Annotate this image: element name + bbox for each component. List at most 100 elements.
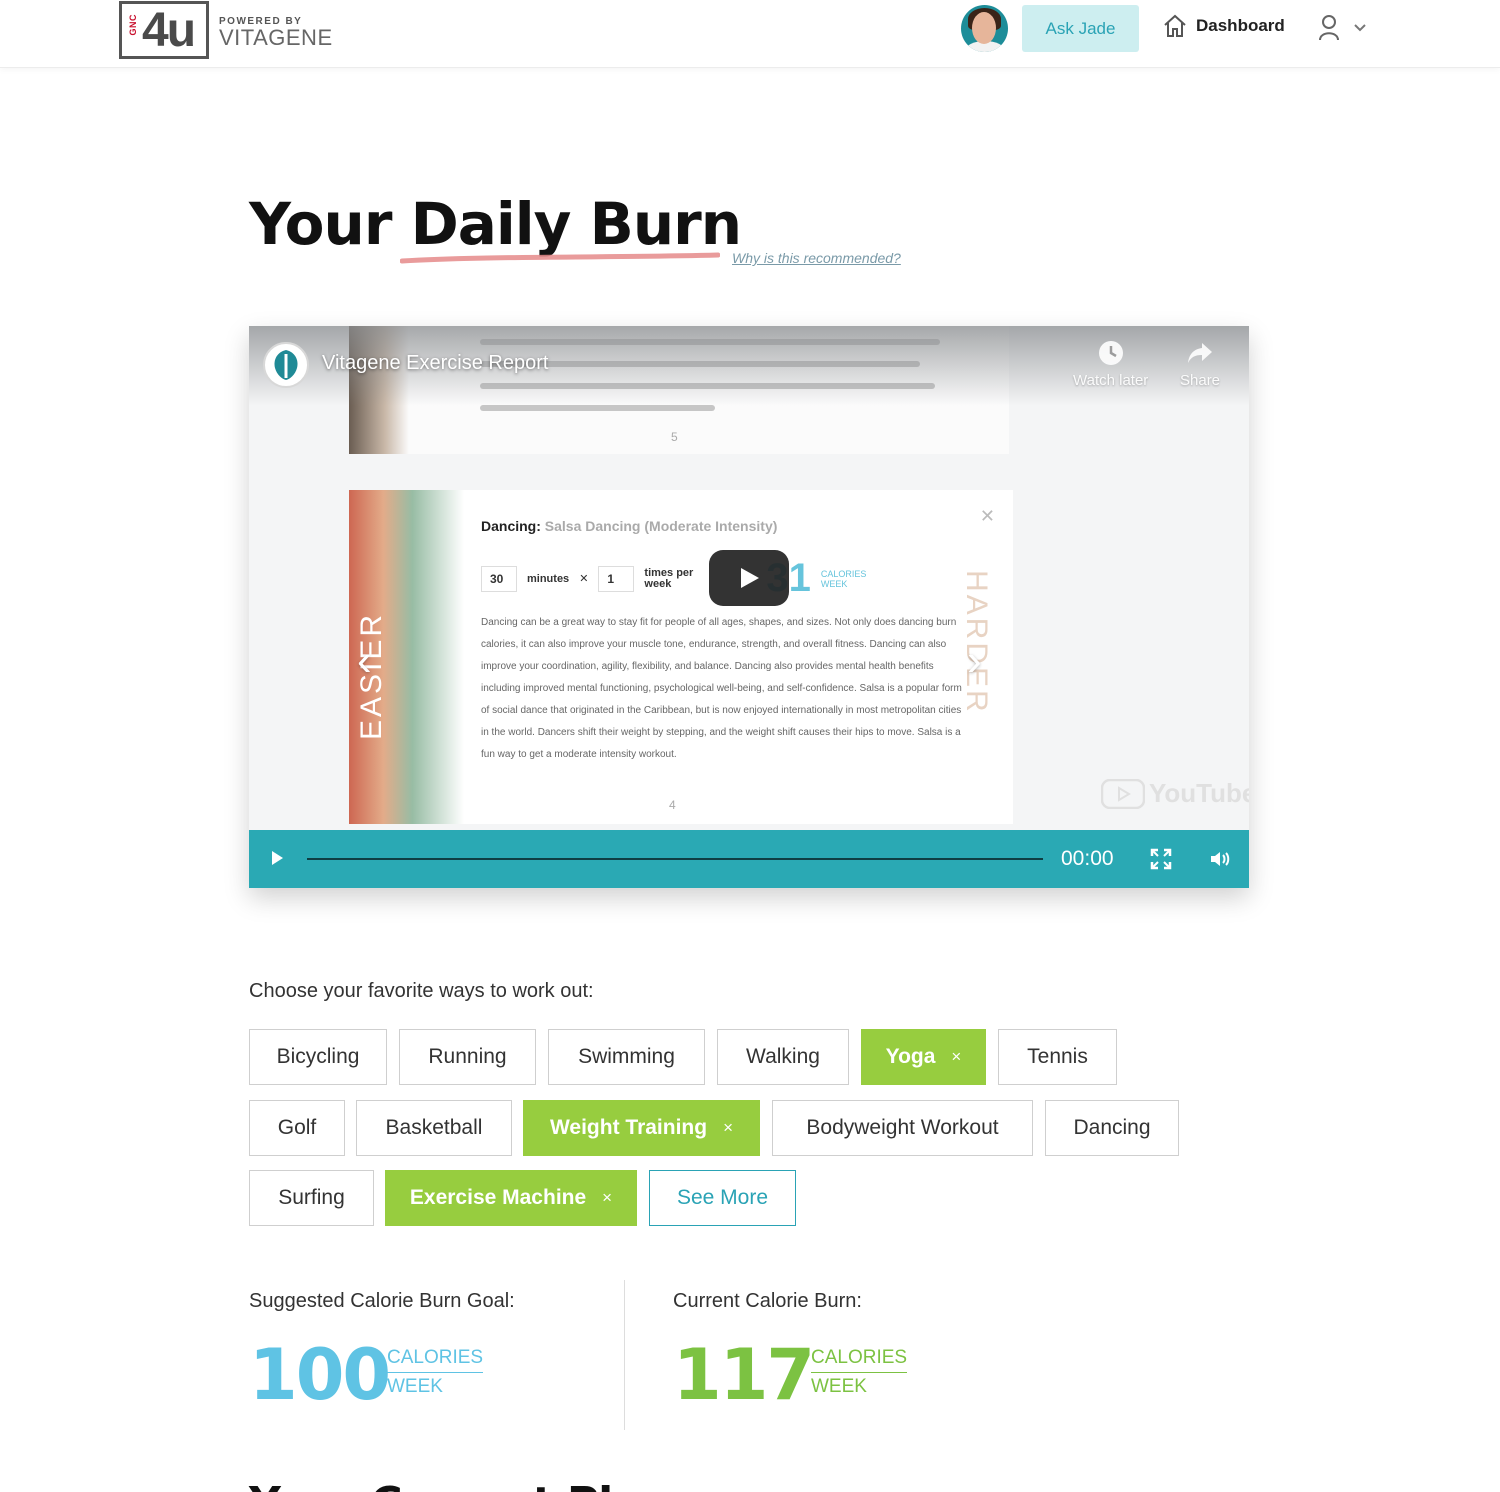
slide-calories-unit: CALORIES WEEK xyxy=(821,569,867,589)
workout-chip-bicycling[interactable]: Bicycling xyxy=(249,1029,387,1085)
chevron-left-icon[interactable]: ‹ xyxy=(357,636,372,686)
youtube-logo[interactable]: YouTube xyxy=(1101,778,1249,809)
slide-inputs: 30 minutes ✕ 1 times per week 31 CALORIE… xyxy=(481,556,866,601)
times-icon: ✕ xyxy=(579,573,589,585)
workout-chip-walking[interactable]: Walking xyxy=(717,1029,849,1085)
chip-label: Walking xyxy=(746,1045,820,1068)
youtube-icon xyxy=(1101,778,1145,809)
video-frame[interactable]: 5 EASIER HARDER ✕ Dancing: Salsa Dancing… xyxy=(249,326,1249,830)
workout-chip-basketball[interactable]: Basketball xyxy=(356,1100,512,1156)
workout-chip-tennis[interactable]: Tennis xyxy=(998,1029,1117,1085)
slide-minutes-value: 30 xyxy=(481,565,517,592)
user-menu[interactable] xyxy=(1318,14,1366,42)
remove-icon[interactable]: × xyxy=(951,1047,961,1067)
home-icon xyxy=(1164,14,1186,37)
see-more-label: See More xyxy=(676,1186,769,1209)
chip-label: Basketball xyxy=(385,1116,483,1139)
chip-label: Weight Training xyxy=(549,1116,708,1139)
workout-choice-label: Choose your favorite ways to work out: xyxy=(249,980,594,1002)
slide-activity: Dancing: xyxy=(481,518,541,534)
logo-brand: 4u xyxy=(142,4,196,57)
why-recommended-link[interactable]: Why is this recommended? xyxy=(732,250,901,266)
chevron-down-icon xyxy=(1354,24,1366,32)
video-time: 00:00 xyxy=(1061,847,1114,870)
workout-chip-bodyweight-workout[interactable]: Bodyweight Workout xyxy=(772,1100,1033,1156)
volume-button[interactable] xyxy=(1209,849,1233,874)
see-more-button[interactable]: See More xyxy=(649,1170,796,1226)
video-controls-bar: 00:00 xyxy=(249,830,1249,888)
chip-label: Yoga xyxy=(885,1045,936,1068)
workout-chip-exercise-machine[interactable]: Exercise Machine × xyxy=(385,1170,637,1226)
watch-later-button[interactable]: Watch later xyxy=(1073,340,1148,389)
video-slide-card: EASIER HARDER ✕ Dancing: Salsa Dancing (… xyxy=(349,490,1013,824)
clock-icon xyxy=(1098,341,1123,365)
slide-calories-unit-1: CALORIES xyxy=(820,568,867,579)
next-section-title: Your Current Pl xyxy=(249,1478,613,1492)
workout-chip-swimming[interactable]: Swimming xyxy=(548,1029,705,1085)
chip-label: Bicycling xyxy=(276,1045,360,1068)
ask-jade-button[interactable]: Ask Jade xyxy=(1022,5,1139,52)
play-pause-button[interactable] xyxy=(269,849,285,872)
video-player[interactable]: 5 EASIER HARDER ✕ Dancing: Salsa Dancing… xyxy=(249,326,1249,888)
dashboard-link[interactable]: Dashboard xyxy=(1162,13,1285,39)
logo-mark: GNC 4u xyxy=(119,1,209,59)
share-button[interactable]: Share xyxy=(1180,340,1220,389)
chip-label: Tennis xyxy=(1027,1045,1088,1068)
workout-chip-surfing[interactable]: Surfing xyxy=(249,1170,374,1226)
watch-later-label: Watch later xyxy=(1073,372,1149,389)
slide-page-number-bottom: 4 xyxy=(669,798,676,812)
logo-text: POWERED BY VITAGENE xyxy=(219,16,333,51)
calorie-goal-unit-calories: CALORIES xyxy=(387,1344,484,1373)
remove-icon[interactable]: × xyxy=(602,1188,612,1208)
calorie-goal-label: Suggested Calorie Burn Goal: xyxy=(249,1290,515,1312)
current-calorie-unit-calories: CALORIES xyxy=(811,1344,908,1373)
jade-avatar[interactable] xyxy=(961,5,1008,52)
play-icon xyxy=(272,851,283,865)
slide-subheading: Salsa Dancing (Moderate Intensity) xyxy=(544,518,778,534)
remove-icon[interactable]: × xyxy=(723,1118,733,1138)
slide-times-value: 1 xyxy=(598,565,635,592)
fullscreen-button[interactable] xyxy=(1150,848,1172,875)
workout-chip-dancing[interactable]: Dancing xyxy=(1045,1100,1179,1156)
fullscreen-icon xyxy=(1150,848,1172,870)
vitagene-channel-logo[interactable] xyxy=(263,342,309,388)
calorie-goal-unit-week: WEEK xyxy=(387,1376,443,1397)
dashboard-label: Dashboard xyxy=(1196,16,1285,35)
chip-label: Golf xyxy=(277,1116,317,1139)
big-play-button[interactable] xyxy=(709,550,789,606)
page-title: Your Daily Burn xyxy=(249,190,742,258)
logo-company: VITAGENE xyxy=(219,24,333,50)
chip-label: Dancing xyxy=(1073,1116,1151,1139)
slide-description: Dancing can be a great way to stay fit f… xyxy=(481,617,962,760)
current-calorie-value: 117 xyxy=(673,1334,815,1416)
slide-minutes-label: minutes xyxy=(527,572,570,585)
title-underline-decoration xyxy=(400,252,720,264)
top-header: GNC 4u POWERED BY VITAGENE Ask Jade Dash… xyxy=(0,0,1500,68)
play-icon xyxy=(741,568,759,588)
workout-chip-golf[interactable]: Golf xyxy=(249,1100,345,1156)
user-icon xyxy=(1319,15,1339,41)
current-calorie-unit: CALORIES WEEK xyxy=(811,1344,908,1401)
workout-chip-weight-training[interactable]: Weight Training × xyxy=(523,1100,760,1156)
chip-label: Bodyweight Workout xyxy=(806,1116,999,1139)
calorie-goal-value: 100 xyxy=(249,1334,391,1416)
workout-chip-running[interactable]: Running xyxy=(399,1029,536,1085)
current-calorie-unit-week: WEEK xyxy=(811,1376,867,1397)
logo-gnc-badge: GNC xyxy=(128,14,138,36)
slide-calories-unit-2: WEEK xyxy=(820,578,848,589)
chevron-right-icon[interactable]: › xyxy=(967,636,982,686)
calorie-goal-unit: CALORIES WEEK xyxy=(387,1344,484,1401)
chip-label: Surfing xyxy=(278,1186,345,1209)
video-progress-track[interactable] xyxy=(307,858,1043,860)
video-title[interactable]: Vitagene Exercise Report xyxy=(322,352,548,375)
share-arrow-icon xyxy=(1188,343,1213,363)
youtube-label: YouTube xyxy=(1149,778,1249,808)
workout-chip-yoga[interactable]: Yoga × xyxy=(861,1029,986,1085)
gnc-4u-logo[interactable]: GNC 4u POWERED BY VITAGENE xyxy=(119,1,333,59)
slide-heading: Dancing: Salsa Dancing (Moderate Intensi… xyxy=(481,518,777,534)
slide-times-label: times per week xyxy=(644,566,694,590)
chip-label: Swimming xyxy=(578,1045,675,1068)
chip-label: Exercise Machine xyxy=(409,1186,587,1209)
share-label: Share xyxy=(1180,372,1221,389)
vitagene-logo-icon xyxy=(274,350,298,380)
